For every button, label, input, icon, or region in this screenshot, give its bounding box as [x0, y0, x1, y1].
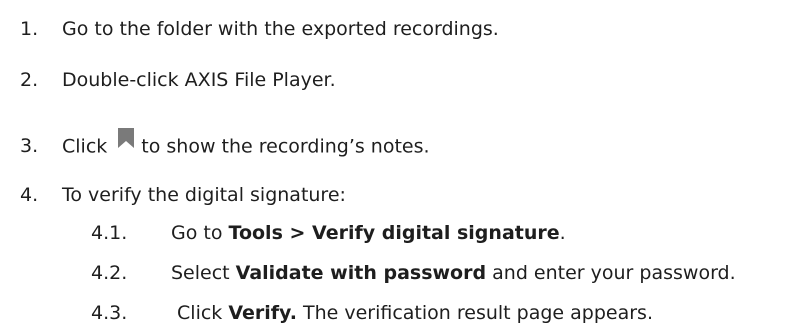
- menu-path: Tools > Verify digital signature: [228, 222, 560, 244]
- substep-text: Select Validate with password and enter …: [171, 259, 736, 287]
- step-text-prefix: Click: [62, 135, 108, 158]
- step-number: 4.: [20, 184, 39, 206]
- bookmark-icon: [117, 127, 135, 157]
- option-name: Validate with password: [235, 262, 487, 284]
- substep-text-pre: Click: [171, 302, 229, 324]
- instruction-list: 1. Go to the folder with the exported re…: [0, 0, 799, 336]
- substep-text-pre: Select: [171, 262, 236, 284]
- step-text: Double-click AXIS File Player.: [62, 69, 336, 91]
- step-text: Go to the folder with the exported recor…: [62, 18, 499, 40]
- step-text: Click to show the recording’s notes.: [62, 128, 430, 162]
- substep-text-post: and enter your password.: [486, 262, 736, 284]
- step-number: 2.: [20, 69, 39, 91]
- step-number: 1.: [20, 18, 39, 40]
- substep-number: 4.1.: [91, 222, 128, 244]
- button-name: Verify.: [228, 302, 297, 324]
- step-number: 3.: [20, 135, 39, 157]
- substep-text-post: The verification result page appears.: [296, 302, 653, 324]
- substep-number: 4.2.: [91, 262, 128, 284]
- substep-text: Go to Tools > Verify digital signature.: [171, 219, 566, 247]
- substep-text-pre: Go to: [171, 222, 229, 244]
- step-text-suffix: to show the recording’s notes.: [141, 135, 430, 158]
- substep-text: Click Verify. The verification result pa…: [171, 299, 653, 327]
- substep-number: 4.3.: [91, 302, 128, 324]
- substep-text-post: .: [559, 222, 566, 244]
- step-text: To verify the digital signature:: [62, 184, 346, 206]
